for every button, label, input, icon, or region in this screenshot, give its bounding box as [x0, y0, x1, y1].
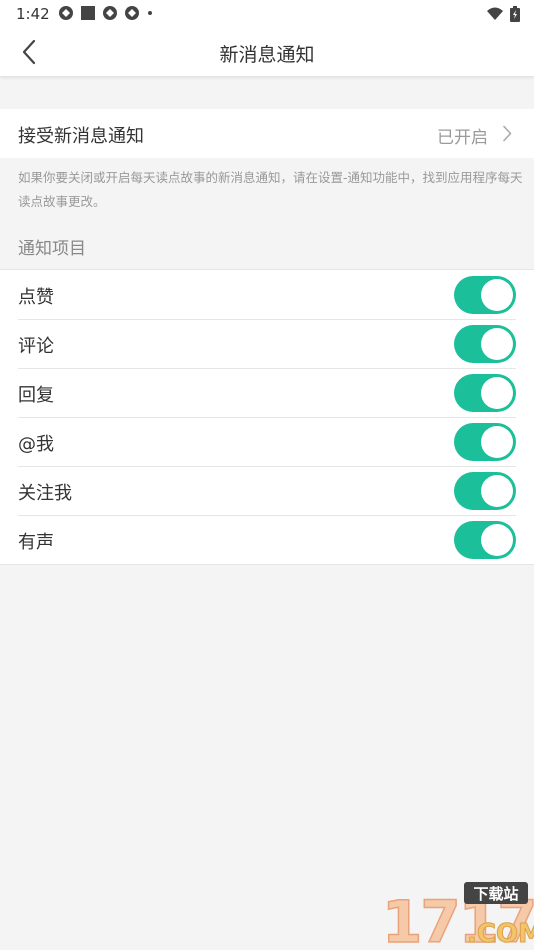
comment-toggle[interactable] — [454, 325, 516, 363]
toggle-knob — [481, 328, 513, 360]
site-watermark-logo: 17178 下载站 .COM — [381, 882, 534, 950]
settings-hint-text: 如果你要关闭或开启每天读点故事的新消息通知，请在设置-通知功能中，找到应用程序每… — [18, 170, 523, 209]
toggle-knob — [481, 279, 513, 311]
notification-item-list: 点赞 评论 回复 @我 关注我 有声 — [0, 269, 534, 565]
notification-item-like: 点赞 — [0, 270, 534, 319]
page-title: 新消息通知 — [219, 44, 315, 66]
notification-item-audio: 有声 — [0, 515, 534, 564]
notification-item-reply: 回复 — [0, 368, 534, 417]
audio-toggle[interactable] — [454, 521, 516, 559]
notification-item-follow: 关注我 — [0, 466, 534, 515]
notification-icons — [58, 5, 154, 21]
accept-notifications-status: 已开启 — [437, 128, 488, 148]
square-notification-icon — [81, 6, 95, 20]
more-dot-icon — [148, 11, 152, 15]
item-label: 评论 — [18, 336, 54, 357]
accept-notifications-row[interactable]: 接受新消息通知 已开启 — [0, 109, 534, 158]
toggle-knob — [481, 524, 513, 556]
section-title: 通知项目 — [18, 239, 86, 259]
app-notification-icon — [103, 6, 117, 20]
battery-icon — [510, 6, 520, 22]
item-label: 有声 — [18, 532, 54, 553]
mention-toggle[interactable] — [454, 423, 516, 461]
watermark-suffix: .COM — [467, 919, 534, 949]
app-notification-icon — [125, 6, 139, 20]
watermark-tag: 下载站 — [473, 885, 518, 903]
item-label: 回复 — [18, 385, 54, 406]
chevron-right-icon — [503, 125, 512, 142]
app-header: 新消息通知 — [0, 28, 534, 76]
reply-toggle[interactable] — [454, 374, 516, 412]
item-label: @我 — [18, 434, 54, 455]
system-icons — [486, 6, 520, 22]
notification-item-comment: 评论 — [0, 319, 534, 368]
like-toggle[interactable] — [454, 276, 516, 314]
toggle-knob — [481, 475, 513, 507]
toggle-knob — [481, 377, 513, 409]
item-label: 关注我 — [18, 483, 72, 504]
status-bar: 1:42 — [0, 0, 534, 28]
status-time: 1:42 — [16, 5, 50, 23]
item-label: 点赞 — [18, 287, 54, 308]
notification-item-mention: @我 — [0, 417, 534, 466]
accept-notifications-label: 接受新消息通知 — [18, 126, 144, 147]
wifi-icon — [487, 7, 503, 20]
follow-toggle[interactable] — [454, 472, 516, 510]
app-notification-icon — [59, 6, 73, 20]
toggle-knob — [481, 426, 513, 458]
